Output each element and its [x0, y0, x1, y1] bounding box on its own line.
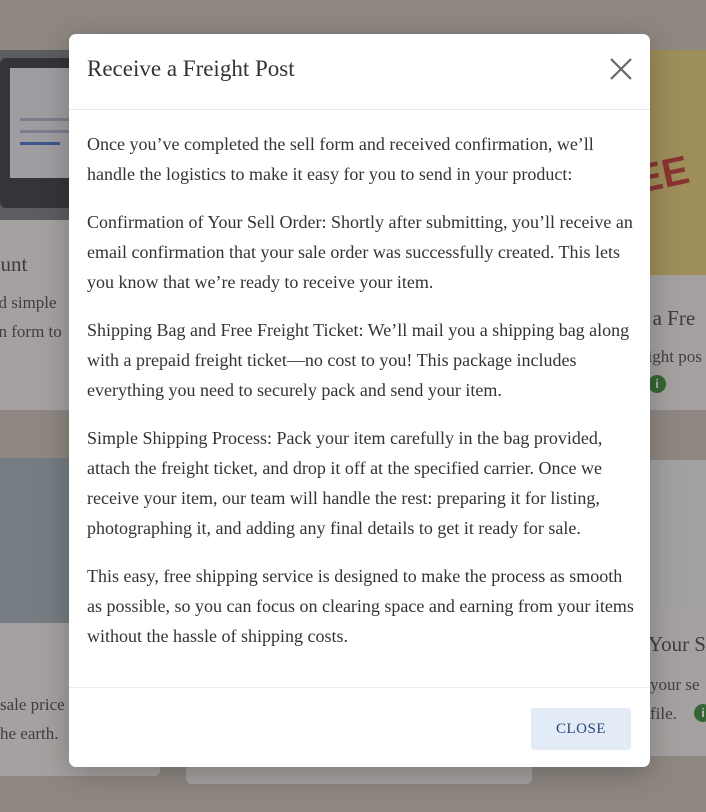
shipping-bag-paragraph: Shipping Bag and Free Freight Ticket: We…	[87, 320, 630, 400]
modal-body: Once you’ve completed the sell form and …	[87, 129, 634, 669]
close-icon[interactable]	[608, 56, 634, 82]
close-button[interactable]: CLOSE	[531, 708, 631, 750]
modal-header: Receive a Freight Post	[69, 34, 650, 110]
intro-paragraph: Once you’ve completed the sell form and …	[87, 134, 594, 184]
shipping-process-paragraph: Simple Shipping Process: Pack your item …	[87, 428, 603, 538]
summary-paragraph: This easy, free shipping service is desi…	[87, 566, 634, 646]
modal-footer: CLOSE	[69, 687, 650, 767]
freight-post-modal: Receive a Freight Post Once you’ve compl…	[69, 34, 650, 767]
confirmation-paragraph: Confirmation of Your Sell Order: Shortly…	[87, 212, 633, 292]
modal-title: Receive a Freight Post	[87, 56, 295, 81]
